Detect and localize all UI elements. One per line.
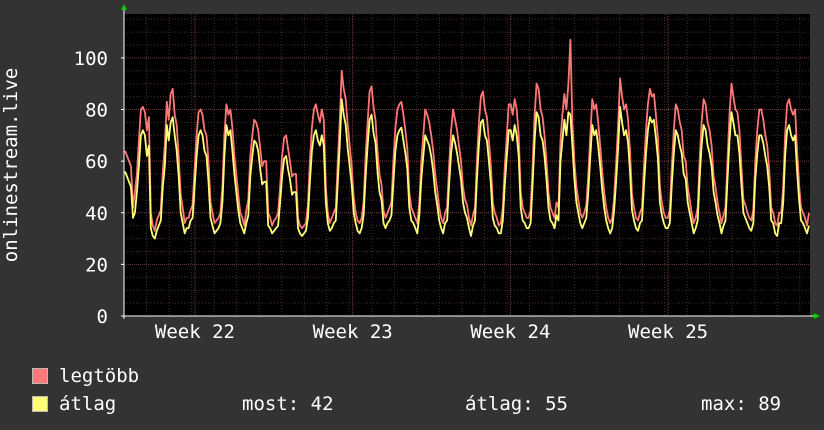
y-axis-title: onlinestream.live — [0, 68, 22, 262]
y-tick-label: 100 — [74, 48, 108, 70]
y-tick-label: 0 — [97, 306, 108, 328]
legend-label-avg: átlag — [59, 393, 117, 415]
stat-now-label: most: — [242, 393, 300, 415]
chart: 020406080100 Week 22 Week 23 Week 24 Week 2… — [0, 4, 820, 343]
stat-avg-value: 55 — [545, 393, 568, 415]
x-tick-label: Week 25 — [628, 321, 708, 343]
x-tick-labels: Week 22 Week 23 Week 24 Week 25 — [155, 321, 708, 343]
x-axis-arrow-icon — [814, 313, 820, 319]
y-tick-label: 60 — [85, 151, 108, 173]
legend-swatch-max — [32, 368, 48, 384]
stat-max: max: 89 — [701, 390, 781, 418]
stat-now: most: 42 — [242, 390, 334, 418]
plot-area — [124, 14, 810, 316]
y-tick-label: 80 — [85, 100, 108, 122]
x-tick-label: Week 23 — [313, 321, 393, 343]
stat-avg-label: átlag: — [465, 393, 534, 415]
stat-max-label: max: — [701, 393, 747, 415]
y-axis-arrow-icon — [121, 4, 127, 10]
stat-avg: átlag: 55 — [465, 390, 568, 418]
x-tick-label: Week 22 — [155, 321, 235, 343]
stat-now-value: 42 — [310, 393, 334, 415]
y-tick-label: 20 — [85, 254, 108, 276]
legend: legtöbb átlag most: 42 átlag: 55 max: 89 — [32, 362, 812, 418]
legend-row-max: legtöbb — [32, 362, 812, 390]
x-tick-label: Week 24 — [470, 321, 550, 343]
legend-swatch-avg — [32, 396, 48, 412]
stat-max-value: 89 — [758, 393, 782, 415]
legend-row-avg: átlag most: 42 átlag: 55 max: 89 — [32, 390, 812, 418]
y-tick-label: 40 — [85, 203, 108, 225]
legend-label-max: legtöbb — [59, 365, 140, 387]
y-tick-labels: 0 20 40 60 80 100 — [74, 48, 108, 328]
